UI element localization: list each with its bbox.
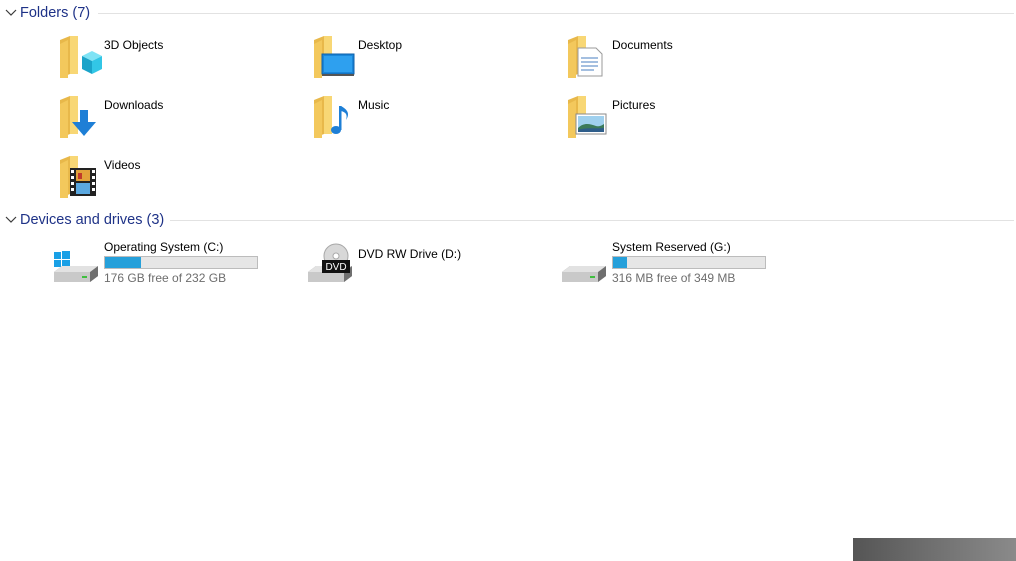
- videos-folder-icon: [56, 154, 104, 202]
- music-folder-icon: [310, 94, 358, 142]
- drive-usage-bar: [612, 256, 766, 269]
- folder-item-documents[interactable]: Documents: [564, 34, 764, 90]
- folder-label: Downloads: [104, 98, 164, 112]
- drives-group-title: Devices and drives (3): [20, 212, 165, 228]
- folders-group-header[interactable]: Folders (7): [0, 2, 1016, 24]
- downloads-folder-icon: [56, 94, 104, 142]
- windows-drive-icon: [52, 242, 100, 290]
- drive-item-d[interactable]: DVD DVD RW Drive (D:): [306, 240, 516, 290]
- drive-usage-bar: [104, 256, 258, 269]
- folder-item-videos[interactable]: Videos: [56, 154, 256, 210]
- folder-item-downloads[interactable]: Downloads: [56, 94, 256, 150]
- drive-free-space: 316 MB free of 349 MB: [612, 271, 736, 285]
- taskbar-corner: [853, 538, 1016, 561]
- svg-text:DVD: DVD: [325, 262, 346, 273]
- drive-name: Operating System (C:): [104, 240, 224, 254]
- folder-label: Documents: [612, 38, 673, 52]
- drive-item-c[interactable]: Operating System (C:) 176 GB free of 232…: [52, 240, 262, 290]
- chevron-down-icon[interactable]: [2, 4, 20, 22]
- drives-group-header[interactable]: Devices and drives (3): [0, 209, 1016, 231]
- chevron-down-icon[interactable]: [2, 211, 20, 229]
- folder-item-desktop[interactable]: Desktop: [310, 34, 510, 90]
- documents-folder-icon: [564, 34, 612, 82]
- group-divider: [170, 220, 1014, 221]
- dvd-drive-icon: DVD: [306, 242, 354, 290]
- folder-item-pictures[interactable]: Pictures: [564, 94, 764, 150]
- drive-usage-fill: [105, 257, 142, 268]
- group-divider: [98, 13, 1014, 14]
- folder-label: 3D Objects: [104, 38, 164, 52]
- desktop-folder-icon: [310, 34, 358, 82]
- folder-item-3d-objects[interactable]: 3D Objects: [56, 34, 256, 90]
- folder-label: Videos: [104, 158, 141, 172]
- folder-label: Pictures: [612, 98, 656, 112]
- folder-label: Desktop: [358, 38, 403, 52]
- drive-free-space: 176 GB free of 232 GB: [104, 271, 227, 285]
- drive-item-g[interactable]: System Reserved (G:) 316 MB free of 349 …: [560, 240, 770, 290]
- drive-name: DVD RW Drive (D:): [358, 247, 462, 261]
- pictures-folder-icon: [564, 94, 612, 142]
- drive-usage-fill: [613, 257, 628, 268]
- folder-item-music[interactable]: Music: [310, 94, 510, 150]
- 3d-objects-folder-icon: [56, 34, 104, 82]
- folder-label: Music: [358, 98, 390, 112]
- drive-name: System Reserved (G:): [612, 240, 731, 254]
- hard-drive-icon: [560, 242, 608, 290]
- folders-group-title: Folders (7): [20, 5, 91, 21]
